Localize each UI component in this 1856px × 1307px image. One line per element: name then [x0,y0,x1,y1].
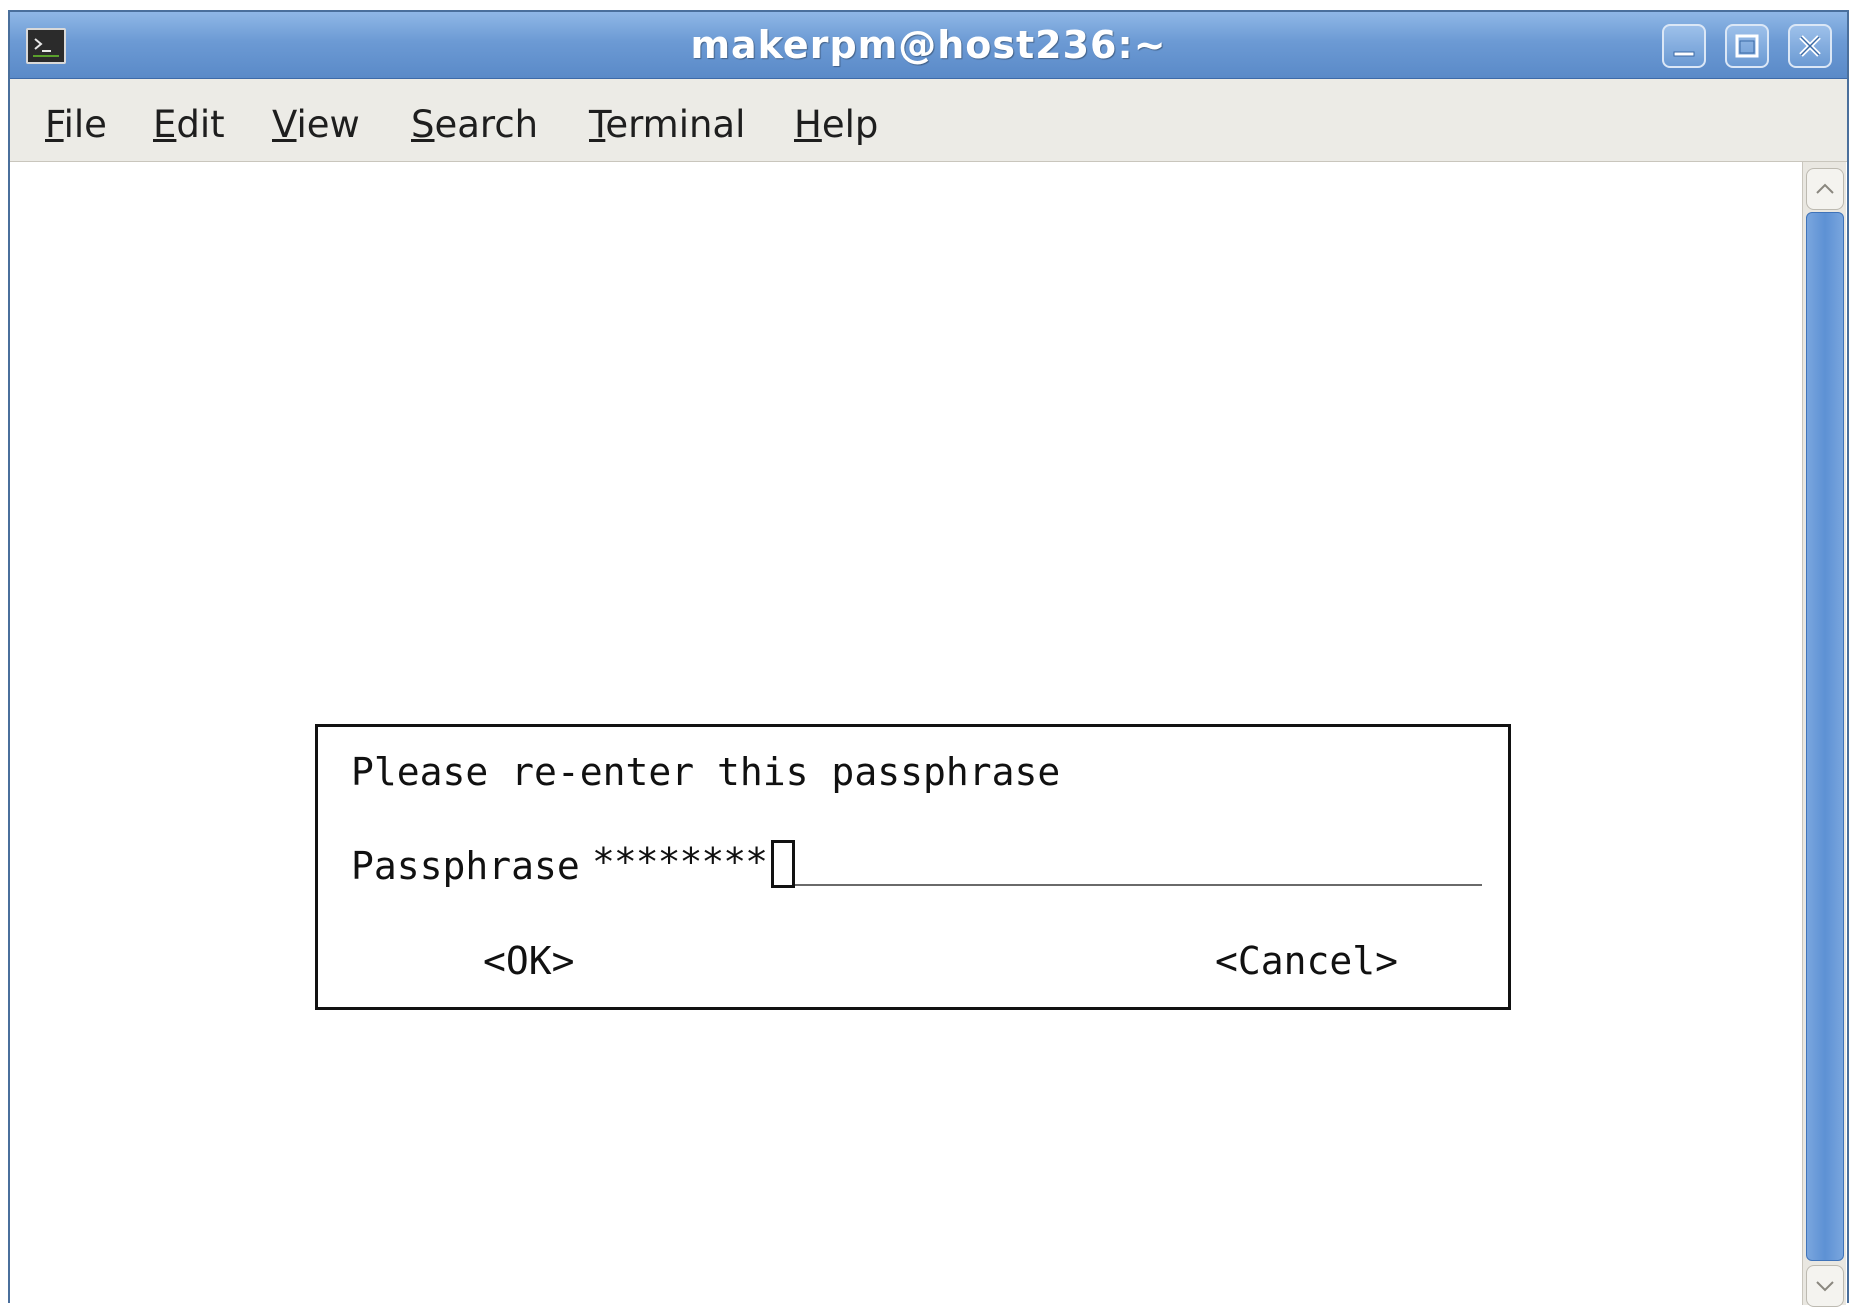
passphrase-dialog: Please re-enter this passphrase Passphra… [315,724,1511,1010]
chevron-down-icon [1816,1281,1834,1292]
minimize-icon [1673,51,1695,57]
scroll-down-button[interactable] [1806,1265,1844,1307]
close-button[interactable] [1788,24,1832,68]
maximize-icon [1735,34,1759,58]
vertical-scrollbar[interactable] [1802,162,1846,1307]
terminal-window: makerpm@host236:~ File Edit View Search [8,10,1849,1307]
passphrase-input[interactable]: ******** [592,840,768,884]
menu-help[interactable]: Help [794,103,878,146]
scroll-up-button[interactable] [1806,168,1844,210]
input-underline [795,884,1482,886]
ok-button[interactable]: <OK> [483,939,575,983]
menu-file[interactable]: File [45,103,107,146]
chevron-up-icon [1816,183,1834,194]
close-icon [1799,35,1821,57]
cancel-button[interactable]: <Cancel> [1215,939,1398,983]
menu-edit[interactable]: Edit [153,103,225,146]
window-title: makerpm@host236:~ [690,23,1167,67]
text-cursor [771,840,795,888]
passphrase-label: Passphrase [351,844,580,888]
dialog-prompt: Please re-enter this passphrase [351,750,1061,794]
menu-search[interactable]: Search [411,103,538,146]
menu-bar: File Edit View Search Terminal Help [10,79,1847,162]
terminal-screen[interactable]: Please re-enter this passphrase Passphra… [18,162,1801,1305]
menu-terminal[interactable]: Terminal [589,103,745,146]
minimize-button[interactable] [1662,24,1706,68]
maximize-button[interactable] [1725,24,1769,68]
menu-view[interactable]: View [272,103,360,146]
title-bar[interactable]: makerpm@host236:~ [10,12,1847,79]
scroll-thumb[interactable] [1806,212,1844,1261]
